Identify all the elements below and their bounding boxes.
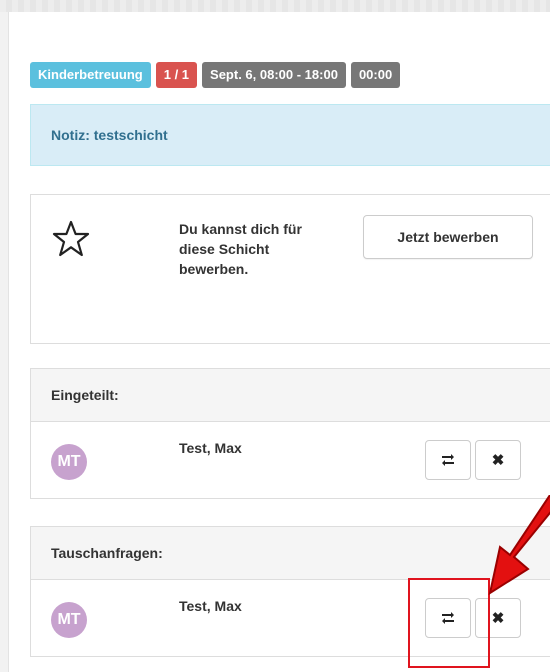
top-strip (0, 0, 550, 12)
swap-button[interactable] (425, 440, 471, 480)
assigned-panel: Eingeteilt: MT Test, Max ✖ (30, 368, 550, 499)
apply-text: Du kannst dich für diese Schicht bewerbe… (179, 221, 302, 277)
avatar: MT (51, 444, 87, 480)
apply-panel: Du kannst dich für diese Schicht bewerbe… (30, 194, 550, 344)
avatar: MT (51, 602, 87, 638)
highlight-box (408, 578, 490, 668)
remove-button[interactable]: ✖ (475, 440, 521, 480)
swap-arrows-icon (442, 454, 454, 466)
datetime-label: Sept. 6, 08:00 - 18:00 (202, 62, 346, 88)
assigned-row: MT Test, Max ✖ (31, 422, 550, 498)
pointer-arrow-icon (488, 495, 550, 596)
user-name: Test, Max (179, 598, 242, 614)
note-alert: Notiz: testschicht (30, 104, 550, 166)
close-icon: ✖ (491, 610, 505, 627)
swap-requests-title: Tauschanfragen: (31, 527, 550, 580)
assigned-title: Eingeteilt: (31, 369, 550, 422)
star-icon[interactable] (51, 219, 91, 259)
category-label: Kinderbetreuung (30, 62, 151, 88)
user-name: Test, Max (179, 440, 242, 456)
slots-count-label: 1 / 1 (155, 62, 198, 88)
apply-button[interactable]: Jetzt bewerben (363, 215, 533, 259)
close-icon: ✖ (491, 452, 505, 469)
shift-labels: Kinderbetreuung 1 / 1 Sept. 6, 08:00 - 1… (30, 62, 401, 88)
duration-label: 00:00 (350, 62, 401, 88)
